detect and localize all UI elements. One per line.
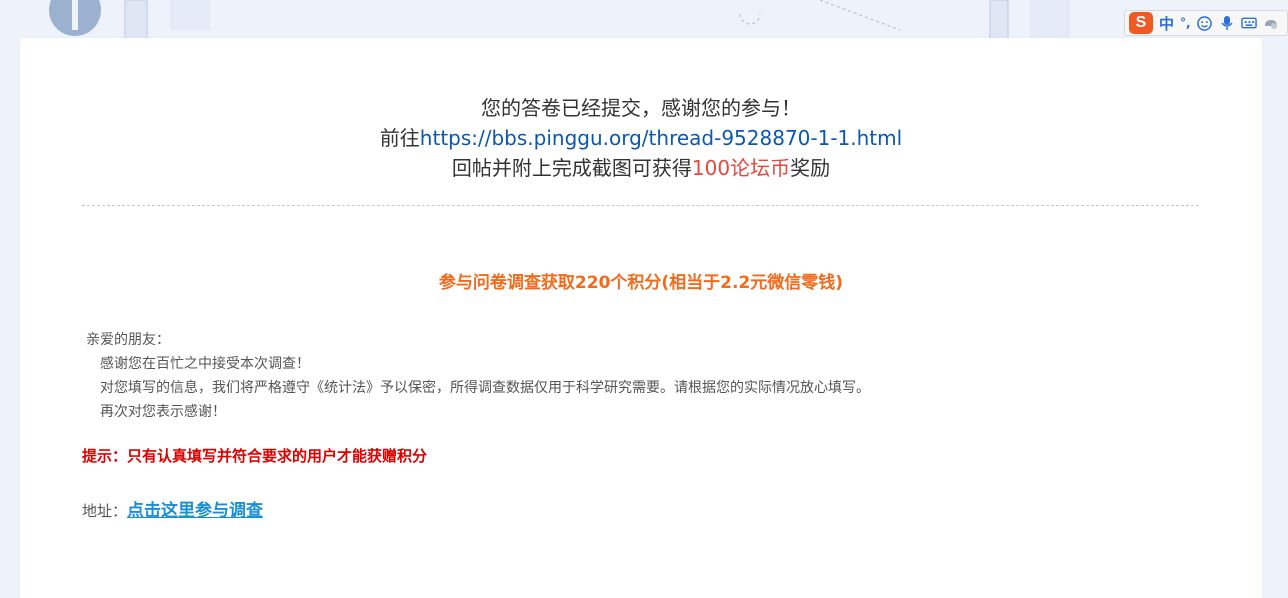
ime-toolbar[interactable]: S 中 °,: [1124, 10, 1288, 36]
points-banner: 参与问卷调查获取220个积分(相当于2.2元微信零钱): [438, 273, 844, 293]
letter-to-respondent: 亲爱的朋友： 感谢您在百忙之中接受本次调查！ 对您填写的信息，我们将严格遵守《统…: [86, 328, 1206, 424]
eligibility-tip: 提示：只有认真填写并符合要求的用户才能获赠积分: [82, 447, 428, 465]
ime-punct-toggle[interactable]: °,: [1180, 16, 1191, 30]
skin-icon[interactable]: [1263, 15, 1279, 31]
dashed-divider: [82, 205, 1199, 206]
join-survey-link[interactable]: 点击这里参与调查: [127, 501, 263, 521]
letter-line-closing: 再次对您表示感谢！: [100, 404, 226, 420]
sogou-logo-icon[interactable]: S: [1129, 12, 1153, 34]
forum-link-prefix: 前往: [379, 126, 420, 150]
forum-thread-link[interactable]: https://bbs.pinggu.org/thread-9528870-1-…: [420, 126, 902, 150]
reward-line: 回帖并附上完成截图可获得100论坛币奖励: [20, 153, 1262, 183]
reward-suffix: 奖励: [790, 156, 831, 180]
smiley-icon[interactable]: [1197, 15, 1213, 31]
background-decoration: [0, 0, 1288, 40]
keyboard-icon[interactable]: [1240, 15, 1257, 31]
microphone-icon[interactable]: [1219, 15, 1235, 31]
reward-prefix: 回帖并附上完成截图可获得: [451, 156, 692, 180]
submission-message: 您的答卷已经提交，感谢您的参与！ 前往https://bbs.pinggu.or…: [20, 93, 1262, 183]
survey-address: 地址：点击这里参与调查: [82, 496, 263, 521]
content-card: 您的答卷已经提交，感谢您的参与！ 前往https://bbs.pinggu.or…: [20, 38, 1262, 598]
letter-line-privacy: 对您填写的信息，我们将严格遵守《统计法》予以保密，所得调查数据仅用于科学研究需要…: [100, 380, 870, 396]
letter-line-thanks: 感谢您在百忙之中接受本次调查！: [100, 356, 310, 372]
ime-mode-toggle[interactable]: 中: [1159, 13, 1174, 34]
forum-link-line: 前往https://bbs.pinggu.org/thread-9528870-…: [20, 123, 1262, 153]
submitted-title: 您的答卷已经提交，感谢您的参与！: [481, 96, 801, 120]
reward-amount: 100论坛币: [691, 156, 791, 180]
letter-greeting: 亲爱的朋友：: [86, 332, 170, 348]
address-label: 地址：: [82, 502, 128, 520]
